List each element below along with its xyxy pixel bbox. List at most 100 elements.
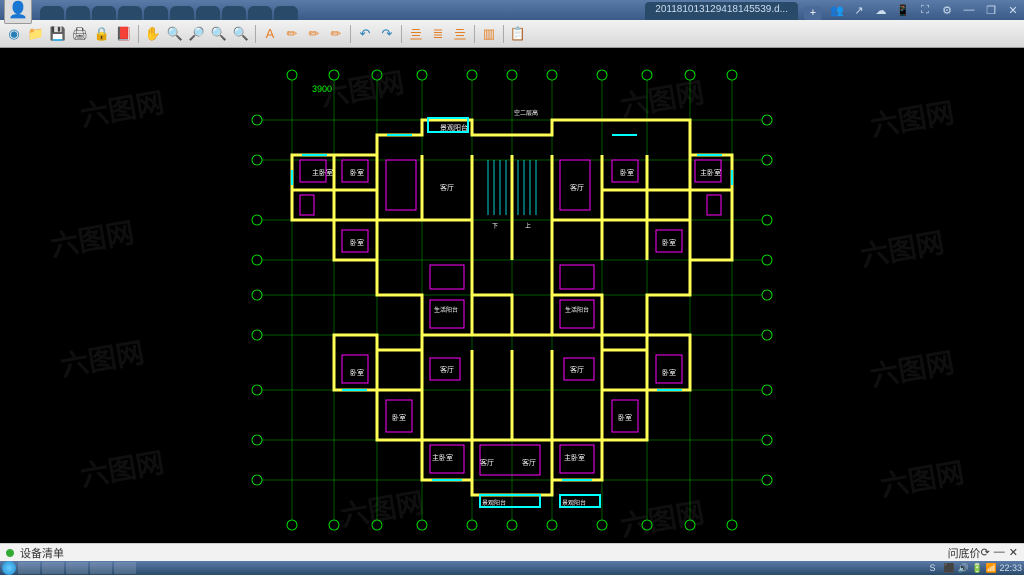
svg-text:景观阳台: 景观阳台 [482,499,506,507]
svg-text:客厅: 客厅 [440,183,454,192]
watermark: 六图网 [77,81,167,135]
tab-handle[interactable] [248,6,272,20]
svg-text:客厅: 客厅 [440,365,454,374]
svg-text:生活阳台: 生活阳台 [565,306,589,314]
tab-handle[interactable] [274,6,298,20]
tab-handle[interactable] [144,6,168,20]
taskbar-item[interactable] [18,562,40,574]
taskbar-item[interactable] [114,562,136,574]
svg-text:卧室: 卧室 [350,168,364,177]
tab-handle[interactable] [118,6,142,20]
pencil-icon[interactable]: ✏ [282,24,302,44]
svg-text:客厅: 客厅 [522,458,536,467]
compass-icon[interactable]: ◉ [4,24,24,44]
svg-text:主卧室: 主卧室 [312,168,333,177]
maximize-icon[interactable]: ❐ [984,3,998,17]
svg-text:卧室: 卧室 [662,238,676,247]
svg-text:主卧室: 主卧室 [432,453,453,462]
taskbar-item[interactable] [66,562,88,574]
export-icon[interactable]: ↗ [852,3,866,17]
pan-icon[interactable]: ✋ [143,24,163,44]
refresh-icon[interactable]: ⟳ [981,546,990,559]
tab-handle[interactable] [66,6,90,20]
svg-text:卧室: 卧室 [350,238,364,247]
taskbar-item[interactable] [42,562,64,574]
taskbar-item[interactable] [90,562,112,574]
main-toolbar: ◉ 📁 💾 🖨 🔒 📕 ✋ 🔍 🔎 🔍 🔍 A ✏ ✏ ✏ ↶ ↷ 亖 ≣ 亖 … [0,20,1024,48]
layers-icon[interactable]: 亖 [406,24,426,44]
volume-icon[interactable]: 🔊 [957,563,967,573]
taskbar: S ⬛ 🔊 🔋 📶 22:33 [0,561,1024,575]
tray-icon[interactable]: S [929,563,939,573]
zoom-window-icon[interactable]: 🔍 [209,24,229,44]
statusbar: 设备清单 问底价 ⟳ — ✕ [0,543,1024,561]
svg-text:主卧室: 主卧室 [564,453,585,462]
cloud-icon[interactable]: ☁ [874,3,888,17]
pdf-icon[interactable]: 📕 [114,24,134,44]
tab-handle[interactable] [170,6,194,20]
zoom-in-icon[interactable]: 🔍 [165,24,185,44]
start-button[interactable] [2,561,16,575]
highlight-icon[interactable]: ✏ [304,24,324,44]
drawing-canvas[interactable]: 六图网 六图网 六图网 六图网 六图网 六图网 六图网 六图网 六图网 六图网 … [0,48,1024,551]
minimize-panel-icon[interactable]: — [994,546,1005,559]
svg-text:客厅: 客厅 [480,458,494,467]
network-icon[interactable]: 📶 [985,563,995,573]
system-tray: S ⬛ 🔊 🔋 📶 22:33 [929,563,1022,573]
status-indicator-icon [6,549,14,557]
zoom-extents-icon[interactable]: 🔍 [231,24,251,44]
tab-handle[interactable] [40,6,64,20]
minimize-icon[interactable]: — [962,3,976,17]
tray-icon[interactable]: ⬛ [943,563,953,573]
fullscreen-icon[interactable]: ⛶ [918,3,932,17]
tab-handle[interactable] [196,6,220,20]
undo-icon[interactable]: ↶ [355,24,375,44]
active-document-tab[interactable]: 201181013129418145539.d... [645,2,798,20]
open-icon[interactable]: 📁 [26,24,46,44]
redo-icon[interactable]: ↷ [377,24,397,44]
svg-text:客厅: 客厅 [570,183,584,192]
mobile-icon[interactable]: 📱 [896,3,910,17]
svg-text:生活阳台: 生活阳台 [434,306,458,314]
text-icon[interactable]: A [260,24,280,44]
layers2-icon[interactable]: ≣ [428,24,448,44]
tab-handle[interactable] [222,6,246,20]
grid-icon[interactable]: ▥ [479,24,499,44]
toolbar-separator [474,25,475,43]
print-icon[interactable]: 🖨 [70,24,90,44]
battery-icon[interactable]: 🔋 [971,563,981,573]
watermark: 六图网 [77,441,167,495]
close-icon[interactable]: ✕ [1006,3,1020,17]
svg-text:主卧室: 主卧室 [700,168,721,177]
status-right-label[interactable]: 问底价 [948,545,981,561]
tab-handle[interactable] [92,6,116,20]
zoom-out-icon[interactable]: 🔎 [187,24,207,44]
dimension-label: 3900 [312,84,332,94]
user-avatar[interactable]: 👤 [4,0,32,24]
toolbar-separator [255,25,256,43]
close-panel-icon[interactable]: ✕ [1009,546,1018,559]
toolbar-separator [401,25,402,43]
watermark: 六图网 [867,91,957,145]
svg-text:卧室: 卧室 [620,168,634,177]
svg-text:卧室: 卧室 [392,413,406,422]
properties-icon[interactable]: 📋 [508,24,528,44]
status-controls: ⟳ — ✕ [981,546,1018,559]
toolbar-separator [503,25,504,43]
svg-text:空二层高: 空二层高 [514,109,538,117]
svg-text:卧室: 卧室 [350,368,364,377]
add-tab-button[interactable]: + [804,6,822,20]
watermark: 六图网 [857,221,947,275]
titlebar: 👤 201181013129418145539.d... + 👥 ↗ ☁ 📱 ⛶… [0,0,1024,20]
toolbar-separator [138,25,139,43]
svg-text:上: 上 [525,222,531,230]
save-icon[interactable]: 💾 [48,24,68,44]
settings-icon[interactable]: ⚙ [940,3,954,17]
watermark: 六图网 [867,341,957,395]
marker-icon[interactable]: ✏ [326,24,346,44]
tab-strip: 201181013129418145539.d... + [40,0,822,20]
lock-icon[interactable]: 🔒 [92,24,112,44]
clock[interactable]: 22:33 [999,563,1022,573]
share-icon[interactable]: 👥 [830,3,844,17]
layers3-icon[interactable]: 亖 [450,24,470,44]
